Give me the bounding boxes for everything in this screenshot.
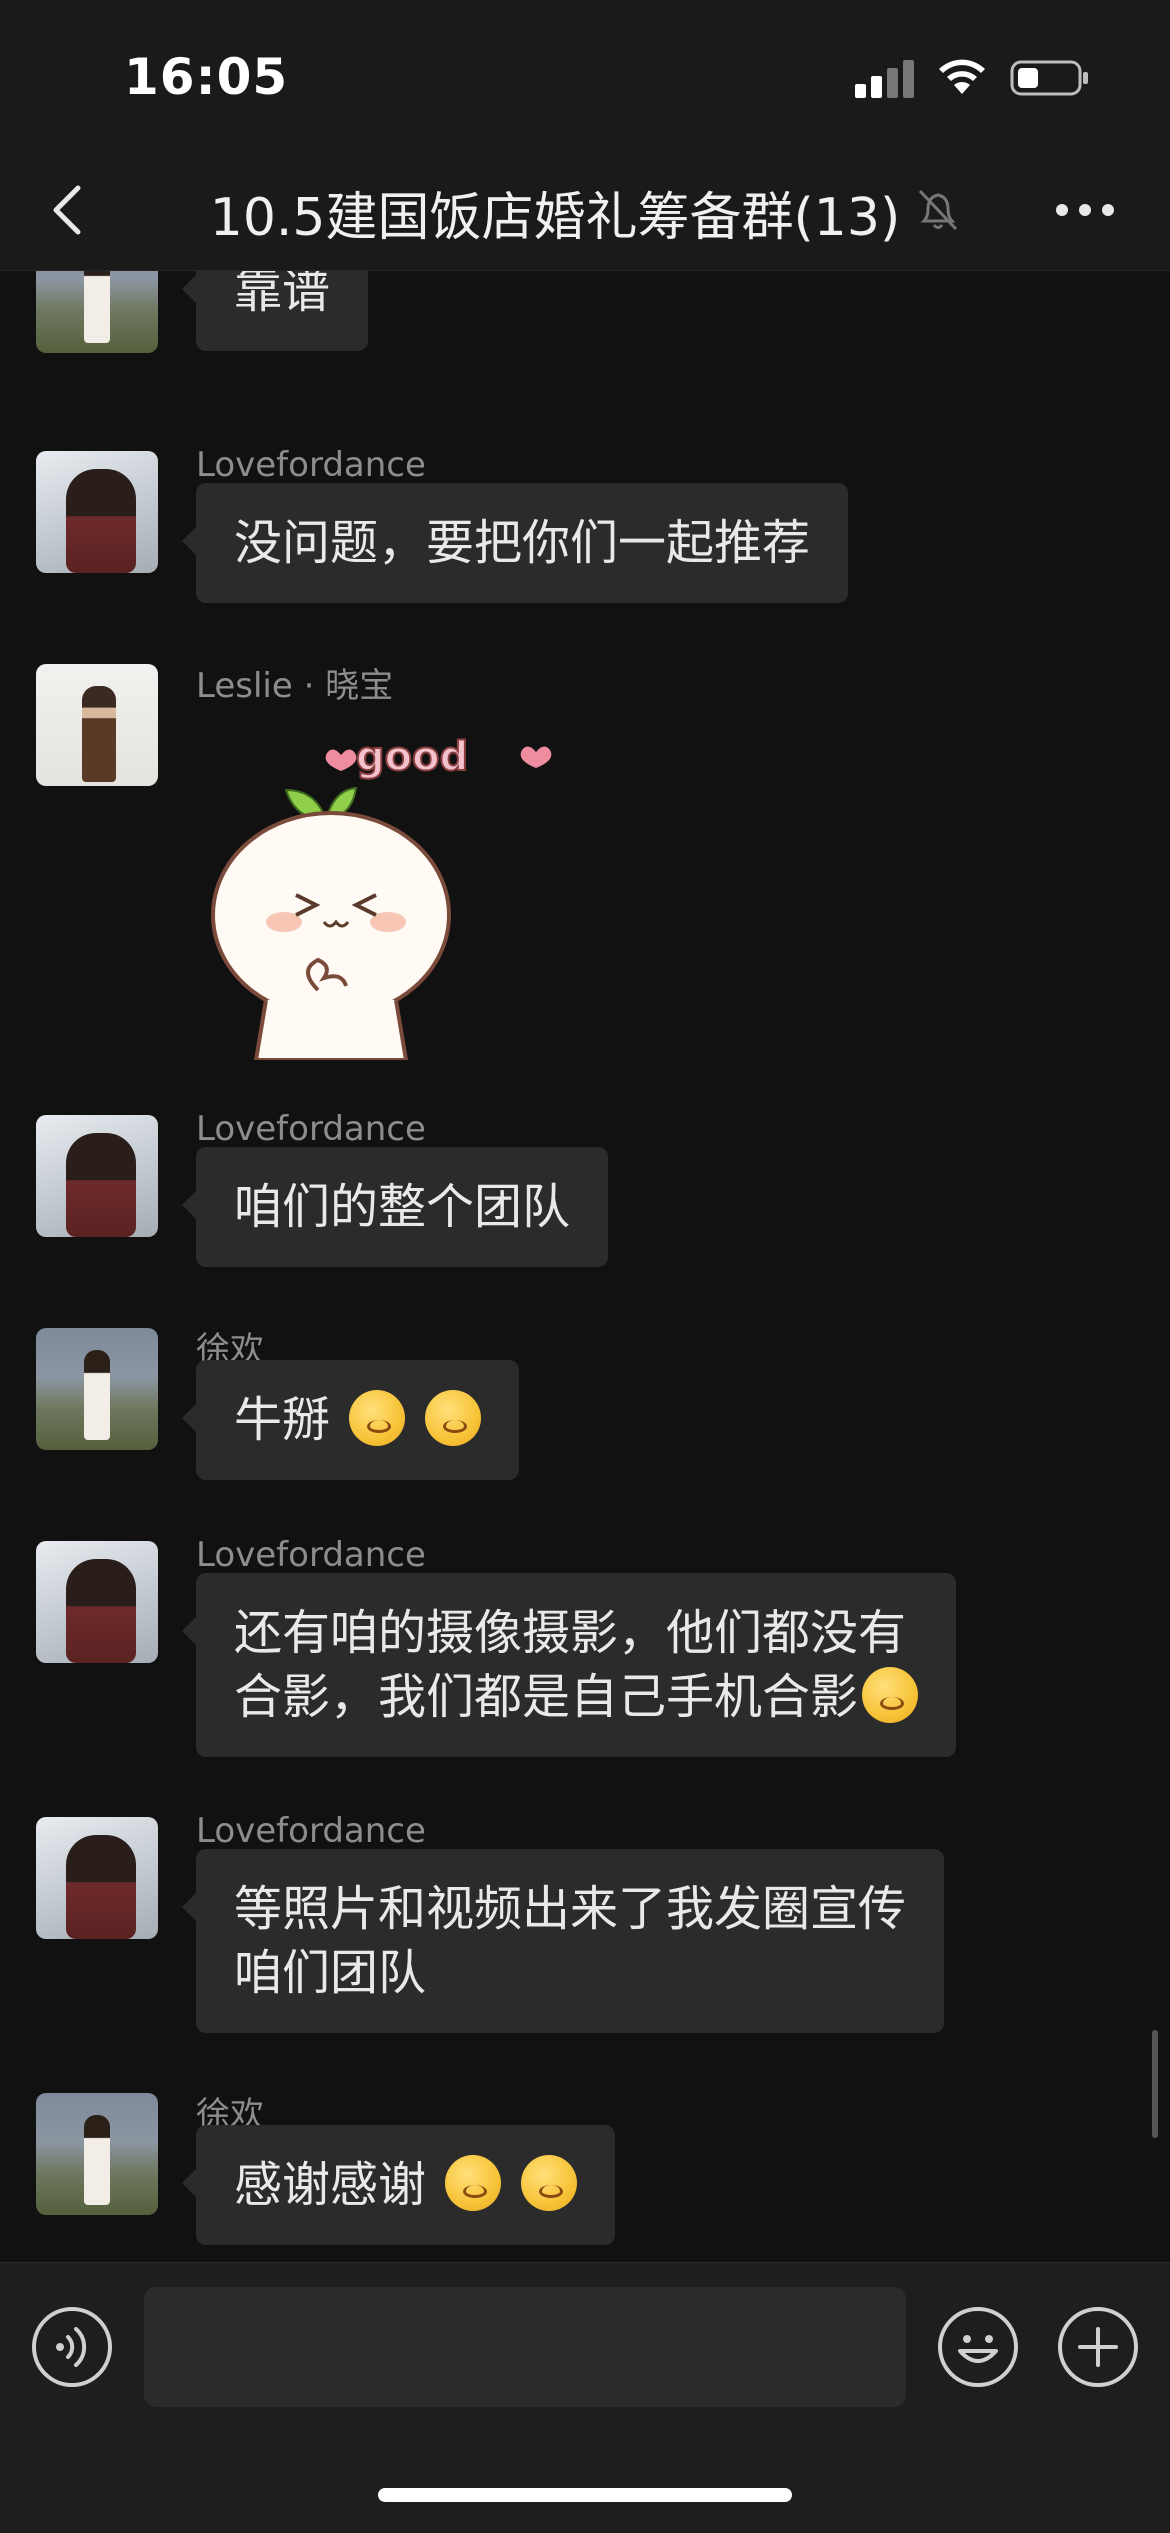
message-bubble[interactable]: 等照片和视频出来了我发圈宣传 咱们团队 bbox=[181, 1849, 945, 2033]
plus-icon[interactable] bbox=[1058, 2307, 1138, 2387]
ellipsis-icon[interactable] bbox=[1050, 190, 1120, 230]
chat-header: 10.5建国饭店婚礼筹备群(13) bbox=[0, 150, 1170, 271]
status-time: 16:05 bbox=[124, 48, 289, 106]
message-text-line: 咱们团队 bbox=[234, 1945, 427, 2001]
avatar[interactable] bbox=[36, 451, 158, 573]
message-text: 咱们的整个团队 bbox=[234, 1179, 571, 1235]
avatar[interactable] bbox=[36, 271, 158, 353]
input-bar bbox=[0, 2262, 1170, 2533]
message-bubble[interactable]: 牛掰 bbox=[182, 1360, 519, 1480]
message-text-line: 合影，我们都是自己手机合影 bbox=[234, 1669, 859, 1725]
message-input[interactable] bbox=[144, 2287, 906, 2407]
avatar[interactable] bbox=[36, 1541, 158, 1663]
sender-name: Lovefordance bbox=[196, 1109, 426, 1149]
hand-over-mouth-emoji-icon bbox=[862, 1667, 919, 1723]
avatar[interactable] bbox=[36, 1328, 158, 1450]
avatar[interactable] bbox=[36, 1817, 158, 1939]
message-text: 牛掰 bbox=[234, 1392, 331, 1448]
avatar[interactable] bbox=[36, 1115, 158, 1237]
kiss-emoji-icon bbox=[445, 2155, 502, 2211]
message-bubble[interactable]: 没问题，要把你们一起推荐 bbox=[181, 483, 849, 603]
message-bubble[interactable]: 感谢感谢 bbox=[182, 2125, 615, 2245]
message-text: 感谢感谢 bbox=[234, 2157, 427, 2213]
bell-slash-icon bbox=[919, 189, 958, 231]
home-indicator[interactable] bbox=[378, 2488, 792, 2502]
sender-name: Lovefordance bbox=[196, 1811, 426, 1851]
chat-title-container[interactable]: 10.5建国饭店婚礼筹备群(13) bbox=[210, 175, 961, 250]
wifi-icon bbox=[939, 59, 985, 94]
scrollbar[interactable] bbox=[1152, 2030, 1158, 2138]
sticker-text: good bbox=[356, 734, 468, 780]
avatar[interactable] bbox=[36, 664, 158, 786]
cellular-signal-icon bbox=[855, 58, 915, 98]
battery-icon bbox=[1010, 60, 1088, 96]
message-bubble[interactable]: 咱们的整个团队 bbox=[181, 1147, 609, 1267]
chat-title: 10.5建国饭店婚礼筹备群(13) bbox=[209, 188, 901, 248]
message-text-line: 等照片和视频出来了我发圈宣传 bbox=[234, 1881, 907, 1937]
sender-name: Lovefordance bbox=[196, 1535, 426, 1575]
smiley-icon[interactable] bbox=[938, 2307, 1018, 2387]
kiss-emoji-icon bbox=[424, 1390, 481, 1446]
kiss-emoji-icon bbox=[349, 1390, 406, 1446]
status-bar: 16:05 bbox=[0, 0, 1170, 150]
chat-title-wrap: 10.5建国饭店婚礼筹备群(13) bbox=[0, 175, 1170, 250]
message-bubble[interactable]: 靠谱 bbox=[181, 271, 369, 351]
good-sticker[interactable]: good bbox=[206, 700, 556, 1060]
kiss-emoji-icon bbox=[520, 2155, 577, 2211]
voice-icon[interactable] bbox=[32, 2307, 112, 2387]
message-list[interactable]: 靠谱 Lovefordance 没问题，要把你们一起推荐 Leslie · 晓宝… bbox=[0, 271, 1170, 2261]
message-text-line: 还有咱的摄像摄影，他们都没有 bbox=[234, 1605, 907, 1661]
avatar[interactable] bbox=[36, 2093, 158, 2215]
message-text: 没问题，要把你们一起推荐 bbox=[234, 515, 811, 571]
message-text: 靠谱 bbox=[234, 271, 331, 319]
sender-name: Lovefordance bbox=[196, 445, 426, 485]
message-bubble[interactable]: 还有咱的摄像摄影，他们都没有 合影，我们都是自己手机合影 bbox=[181, 1573, 957, 1757]
